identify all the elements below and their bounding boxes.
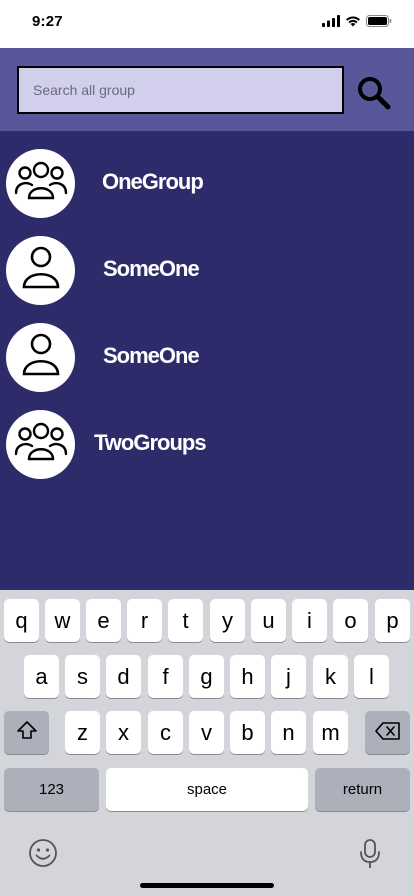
list-item-label: TwoGroups [94, 430, 207, 455]
key-r[interactable]: r [127, 599, 162, 642]
person-icon [19, 244, 63, 297]
status-bar: 9:27 [0, 0, 414, 48]
emoji-icon [28, 839, 58, 872]
avatar [6, 410, 75, 479]
wifi-icon [345, 15, 361, 27]
key-w[interactable]: w [45, 599, 80, 642]
person-icon [19, 331, 63, 384]
key-j[interactable]: j [271, 655, 306, 698]
avatar [6, 323, 75, 392]
key-b[interactable]: b [230, 711, 265, 754]
list-item[interactable]: OneGroup [0, 149, 414, 229]
key-n[interactable]: n [271, 711, 306, 754]
avatar [6, 236, 75, 305]
search-button[interactable] [356, 75, 392, 111]
list-item[interactable]: SomeOne [0, 323, 414, 403]
key-p[interactable]: p [375, 599, 410, 642]
microphone-button[interactable] [358, 838, 382, 870]
numbers-key[interactable]: 123 [4, 768, 99, 811]
list-item-label: SomeOne [103, 343, 200, 368]
status-icons [322, 15, 392, 27]
key-y[interactable]: y [210, 599, 245, 642]
avatar [6, 149, 75, 218]
key-x[interactable]: x [106, 711, 141, 754]
key-l[interactable]: l [354, 655, 389, 698]
key-g[interactable]: g [189, 655, 224, 698]
emoji-button[interactable] [28, 838, 58, 868]
key-f[interactable]: f [148, 655, 183, 698]
list-item[interactable]: SomeOne [0, 236, 414, 316]
key-m[interactable]: m [313, 711, 348, 754]
search-input[interactable] [19, 68, 342, 112]
list-item[interactable]: TwoGroups [0, 410, 414, 490]
key-k[interactable]: k [313, 655, 348, 698]
group-icon [13, 418, 69, 471]
key-o[interactable]: o [333, 599, 368, 642]
key-e[interactable]: e [86, 599, 121, 642]
list-item-label: SomeOne [103, 256, 200, 281]
key-a[interactable]: a [24, 655, 59, 698]
status-time: 9:27 [32, 13, 63, 30]
delete-key[interactable] [365, 711, 410, 754]
shift-key[interactable] [4, 711, 49, 754]
key-h[interactable]: h [230, 655, 265, 698]
key-u[interactable]: u [251, 599, 286, 642]
key-z[interactable]: z [65, 711, 100, 754]
cellular-signal-icon [322, 15, 340, 27]
key-i[interactable]: i [292, 599, 327, 642]
microphone-icon [358, 839, 382, 874]
group-list: OneGroup SomeOne SomeOne TwoGroups [0, 131, 414, 590]
key-v[interactable]: v [189, 711, 224, 754]
key-c[interactable]: c [148, 711, 183, 754]
key-q[interactable]: q [4, 599, 39, 642]
key-s[interactable]: s [65, 655, 100, 698]
shift-icon [16, 720, 38, 746]
search-icon [356, 77, 392, 115]
group-icon [13, 157, 69, 210]
list-item-label: OneGroup [102, 169, 204, 194]
keyboard: q w e r t y u i o p a s d f g h j k l z … [0, 590, 414, 896]
search-box [17, 66, 344, 114]
home-indicator [140, 883, 274, 888]
space-key[interactable]: space [106, 768, 308, 811]
delete-icon [374, 720, 401, 746]
key-t[interactable]: t [168, 599, 203, 642]
key-d[interactable]: d [106, 655, 141, 698]
battery-icon [366, 15, 392, 27]
return-key[interactable]: return [315, 768, 410, 811]
search-header [0, 48, 414, 131]
